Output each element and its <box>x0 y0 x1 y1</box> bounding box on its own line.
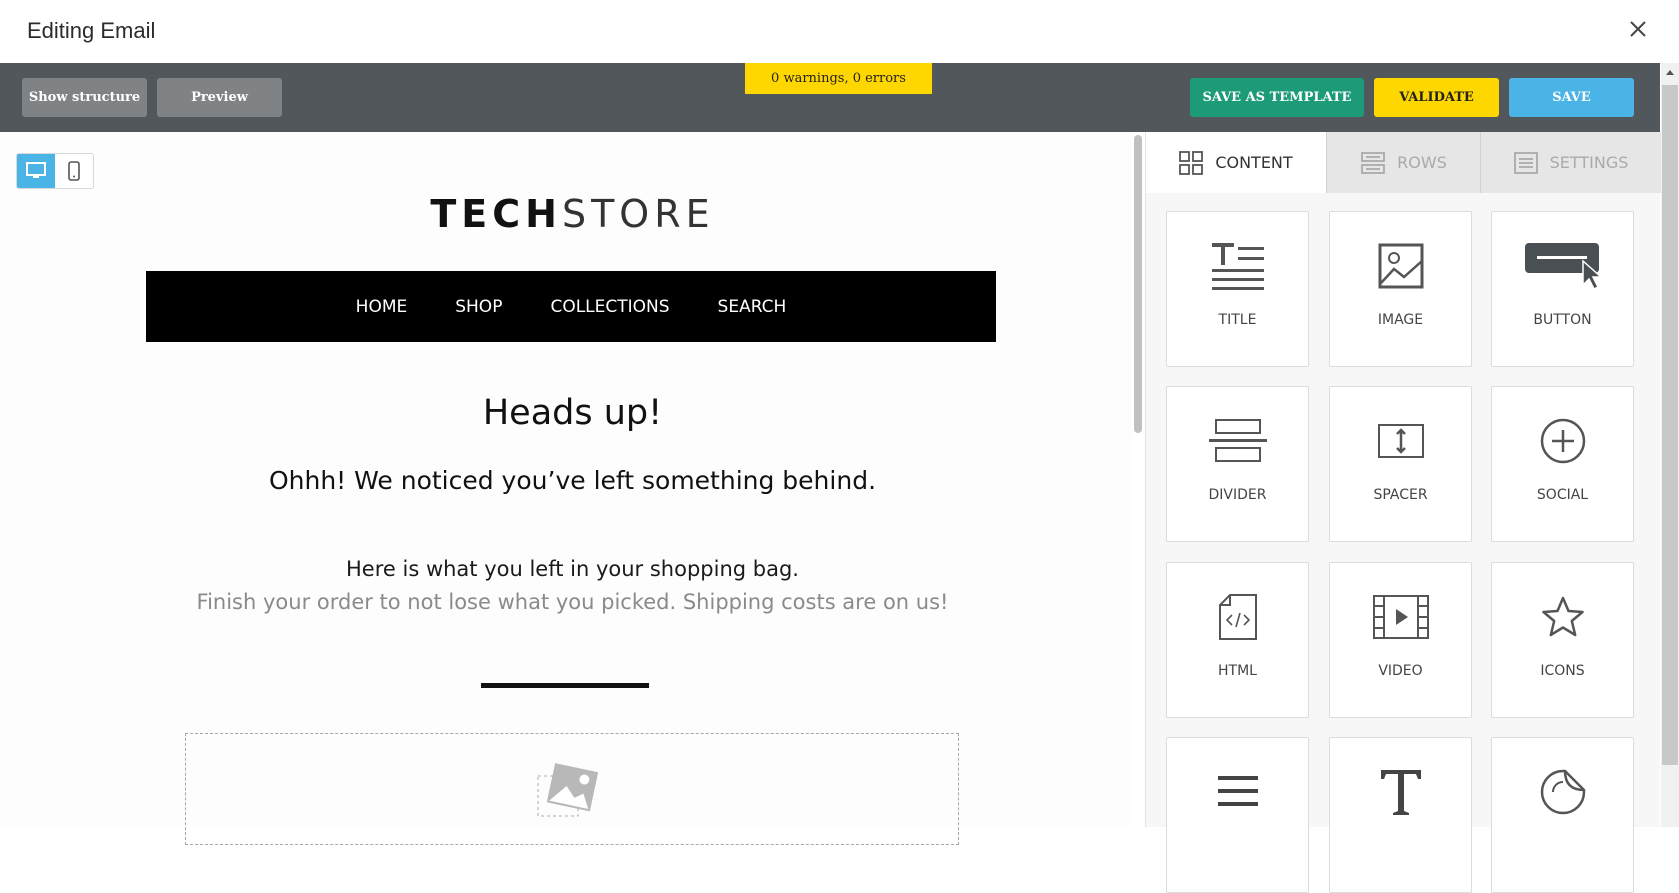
nav-home[interactable]: HOME <box>356 297 408 317</box>
block-html-label: HTML <box>1218 663 1257 679</box>
block-title[interactable]: TITLE <box>1166 211 1309 367</box>
block-image-label: IMAGE <box>1377 312 1424 328</box>
validation-status-badge: 0 warnings, 0 errors <box>745 63 932 94</box>
sticker-icon <box>1540 769 1585 815</box>
email-heading[interactable]: Heads up! <box>0 393 1145 433</box>
desktop-icon <box>26 162 46 178</box>
divider-icon <box>1208 419 1267 462</box>
modal-header: Editing Email <box>0 0 1679 64</box>
video-icon <box>1372 595 1429 639</box>
block-button[interactable]: BUTTON <box>1491 211 1634 367</box>
scroll-up-icon[interactable] <box>1661 63 1679 81</box>
tab-rows-label: ROWS <box>1397 153 1447 172</box>
panel-tabs: CONTENT ROWS SETTINGS <box>1146 132 1661 193</box>
star-icon <box>1541 596 1584 637</box>
logo-bold-text: TECH <box>430 192 562 236</box>
window-scrollbar[interactable] <box>1661 63 1679 827</box>
email-nav-bar[interactable]: HOME SHOP COLLECTIONS SEARCH <box>146 271 996 342</box>
tab-rows[interactable]: ROWS <box>1326 132 1481 193</box>
block-html[interactable]: HTML <box>1166 562 1309 718</box>
title-icon <box>1211 243 1264 290</box>
mobile-view-button[interactable] <box>55 154 93 188</box>
image-placeholder[interactable] <box>185 733 959 845</box>
block-social-label: SOCIAL <box>1536 487 1589 503</box>
desktop-view-button[interactable] <box>17 154 55 188</box>
tab-content[interactable]: CONTENT <box>1146 132 1326 193</box>
block-video-label: VIDEO <box>1378 663 1423 679</box>
block-image[interactable]: IMAGE <box>1329 211 1472 367</box>
block-button-label: BUTTON <box>1533 312 1592 328</box>
tab-settings-label: SETTINGS <box>1549 153 1629 172</box>
image-icon <box>1378 243 1423 289</box>
email-body-line-2[interactable]: Finish your order to not lose what you p… <box>0 590 1145 614</box>
save-button[interactable]: SAVE <box>1509 78 1634 117</box>
block-divider-label: DIVIDER <box>1208 487 1267 503</box>
show-structure-button[interactable]: Show structure <box>22 78 147 117</box>
html-icon <box>1218 594 1257 640</box>
block-text[interactable] <box>1329 737 1472 893</box>
grid-icon <box>1179 150 1204 175</box>
scrollbar-thumb[interactable] <box>1662 85 1678 765</box>
text-icon <box>1380 770 1421 815</box>
image-placeholder-icon <box>537 763 599 817</box>
block-icons[interactable]: ICONS <box>1491 562 1634 718</box>
mobile-icon <box>68 161 80 181</box>
block-icons-label: ICONS <box>1540 663 1585 679</box>
email-subheading[interactable]: Ohhh! We noticed you’ve left something b… <box>0 466 1145 495</box>
block-title-label: TITLE <box>1218 312 1257 328</box>
block-spacer-label: SPACER <box>1373 487 1428 503</box>
save-as-template-button[interactable]: SAVE AS TEMPLATE <box>1190 78 1364 117</box>
modal-title: Editing Email <box>27 18 156 43</box>
email-divider[interactable] <box>481 683 649 688</box>
close-icon[interactable] <box>1623 14 1653 44</box>
button-icon <box>1524 243 1603 291</box>
block-social[interactable]: SOCIAL <box>1491 386 1634 542</box>
preview-button[interactable]: Preview <box>157 78 282 117</box>
tab-settings[interactable]: SETTINGS <box>1480 132 1661 193</box>
nav-collections[interactable]: COLLECTIONS <box>550 297 669 317</box>
block-menu[interactable] <box>1166 737 1309 893</box>
store-logo: TECHSTORE <box>0 192 1145 236</box>
social-icon <box>1540 418 1585 464</box>
editor-toolbar: Show structure Preview 0 warnings, 0 err… <box>0 63 1660 132</box>
nav-search[interactable]: SEARCH <box>718 297 787 317</box>
validate-button[interactable]: VALIDATE <box>1374 78 1499 117</box>
nav-shop[interactable]: SHOP <box>455 297 502 317</box>
canvas-scrollbar[interactable] <box>1134 135 1142 433</box>
spacer-icon <box>1377 424 1424 458</box>
block-spacer[interactable]: SPACER <box>1329 386 1472 542</box>
settings-icon <box>1513 151 1538 174</box>
menu-icon <box>1217 776 1258 806</box>
block-video[interactable]: VIDEO <box>1329 562 1472 718</box>
device-toggle <box>16 153 94 189</box>
block-sticker[interactable] <box>1491 737 1634 893</box>
logo-light-text: STORE <box>561 192 715 236</box>
tab-content-label: CONTENT <box>1215 153 1293 172</box>
email-body-line-1[interactable]: Here is what you left in your shopping b… <box>0 557 1145 581</box>
rows-icon <box>1361 151 1386 174</box>
block-divider[interactable]: DIVIDER <box>1166 386 1309 542</box>
